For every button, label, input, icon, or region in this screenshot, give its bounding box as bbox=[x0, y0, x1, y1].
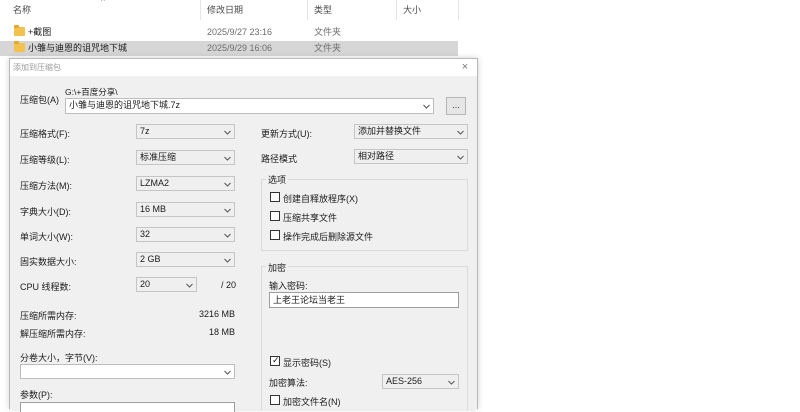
show-password-checkbox[interactable]: ✓ bbox=[270, 355, 280, 366]
threads-label: CPU 线程数: bbox=[20, 282, 72, 292]
encryption-group-title: 加密 bbox=[266, 261, 289, 274]
params-label: 参数(P): bbox=[20, 390, 53, 400]
close-button[interactable]: × bbox=[459, 60, 471, 74]
encryption-method-select[interactable]: AES-256 bbox=[382, 374, 459, 389]
word-value: 32 bbox=[140, 229, 151, 239]
chevron-down-icon bbox=[223, 256, 232, 265]
dialog-titlebar[interactable]: 添加到压缩包 × bbox=[10, 59, 477, 76]
file-type: 文件夹 bbox=[314, 43, 342, 53]
column-divider[interactable] bbox=[396, 0, 397, 20]
sfx-checkbox[interactable] bbox=[270, 192, 280, 202]
pathmode-select[interactable]: 相对路径 bbox=[354, 149, 468, 164]
sort-up-icon: ^ bbox=[101, 0, 105, 6]
encryption-method-label: 加密算法: bbox=[269, 378, 308, 388]
file-date: 2025/9/29 16:06 bbox=[207, 43, 273, 53]
format-select[interactable]: 7z bbox=[136, 124, 235, 139]
archive-name-value: 小雏与迪恩的诅咒地下城.7z bbox=[69, 100, 181, 110]
chevron-down-icon bbox=[456, 128, 465, 137]
column-header-date[interactable]: 修改日期 bbox=[207, 0, 243, 20]
mem-compress-label: 压缩所需内存: bbox=[20, 311, 77, 321]
column-divider[interactable] bbox=[307, 0, 308, 20]
mem-decompress-value: 18 MB bbox=[208, 327, 235, 337]
chevron-down-icon bbox=[223, 154, 232, 163]
password-input[interactable]: 上老王论坛当老王 bbox=[269, 292, 459, 308]
add-to-archive-dialog: 添加到压缩包 × 压缩包(A) G:\+百度分享\ 小雏与迪恩的诅咒地下城.7z… bbox=[9, 58, 478, 412]
level-label: 压缩等级(L): bbox=[20, 155, 70, 165]
dict-label: 字典大小(D): bbox=[20, 207, 71, 217]
split-label: 分卷大小，字节(V): bbox=[20, 353, 98, 363]
chevron-down-icon bbox=[223, 180, 232, 189]
threads-select[interactable]: 20 bbox=[136, 277, 197, 292]
column-header-name[interactable]: 名称 bbox=[13, 0, 31, 20]
browse-button[interactable]: ... bbox=[446, 97, 466, 115]
mem-decompress-label: 解压缩所需内存: bbox=[20, 329, 86, 339]
delete-after-checkbox[interactable] bbox=[270, 230, 280, 240]
password-label: 输入密码: bbox=[269, 281, 308, 291]
solid-value: 2 GB bbox=[140, 254, 161, 264]
mem-compress-value: 3216 MB bbox=[198, 309, 235, 319]
chevron-down-icon bbox=[223, 206, 232, 215]
dialog-title: 添加到压缩包 bbox=[13, 63, 61, 72]
format-value: 7z bbox=[140, 126, 150, 136]
file-row[interactable]: +截图 2025/9/27 23:16 文件夹 bbox=[0, 25, 458, 40]
sfx-label[interactable]: 创建自释放程序(X) bbox=[283, 192, 358, 205]
split-combo[interactable] bbox=[20, 364, 235, 379]
solid-label: 固实数据大小: bbox=[20, 257, 77, 267]
pathmode-label: 路径模式 bbox=[261, 154, 298, 164]
level-select[interactable]: 标准压缩 bbox=[136, 150, 235, 165]
chevron-down-icon bbox=[223, 128, 232, 137]
file-type: 文件夹 bbox=[314, 27, 342, 37]
show-password-label[interactable]: 显示密码(S) bbox=[283, 356, 331, 369]
chevron-down-icon bbox=[456, 153, 465, 162]
column-divider[interactable] bbox=[200, 0, 201, 20]
threads-total: / 20 bbox=[221, 280, 237, 290]
chevron-down-icon[interactable] bbox=[422, 102, 431, 111]
archive-label: 压缩包(A) bbox=[20, 95, 59, 105]
method-value: LZMA2 bbox=[140, 178, 170, 188]
method-select[interactable]: LZMA2 bbox=[136, 176, 235, 191]
dict-value: 16 MB bbox=[140, 204, 167, 214]
file-name: 小雏与迪恩的诅咒地下城 bbox=[28, 43, 128, 53]
file-name: +截图 bbox=[28, 27, 52, 37]
update-select[interactable]: 添加并替换文件 bbox=[354, 124, 468, 139]
update-label: 更新方式(U): bbox=[261, 129, 312, 139]
method-label: 压缩方法(M): bbox=[20, 181, 72, 191]
dict-select[interactable]: 16 MB bbox=[136, 202, 235, 217]
format-label: 压缩格式(F): bbox=[20, 129, 70, 139]
solid-select[interactable]: 2 GB bbox=[136, 252, 235, 267]
folder-icon bbox=[14, 25, 25, 36]
shared-files-label[interactable]: 压缩共享文件 bbox=[283, 211, 337, 224]
archive-name-combo[interactable]: 小雏与迪恩的诅咒地下城.7z bbox=[65, 98, 434, 114]
file-date: 2025/9/27 23:16 bbox=[207, 27, 273, 37]
encrypt-names-label[interactable]: 加密文件名(N) bbox=[283, 395, 341, 408]
shared-files-checkbox[interactable] bbox=[270, 211, 280, 221]
archive-path: G:\+百度分享\ bbox=[65, 87, 118, 97]
checkmark-icon: ✓ bbox=[272, 355, 280, 365]
update-value: 添加并替换文件 bbox=[358, 126, 422, 136]
column-divider[interactable] bbox=[458, 0, 459, 20]
threads-value: 20 bbox=[140, 279, 151, 289]
chevron-down-icon bbox=[447, 378, 456, 387]
chevron-down-icon bbox=[223, 231, 232, 240]
word-select[interactable]: 32 bbox=[136, 227, 235, 242]
options-group-title: 选项 bbox=[266, 173, 289, 186]
chevron-down-icon[interactable] bbox=[223, 368, 232, 377]
delete-after-label[interactable]: 操作完成后删除源文件 bbox=[283, 230, 373, 243]
column-header-type[interactable]: 类型 bbox=[314, 0, 332, 20]
pathmode-value: 相对路径 bbox=[358, 151, 395, 161]
column-header-size[interactable]: 大小 bbox=[403, 0, 421, 20]
word-label: 单词大小(W): bbox=[20, 232, 73, 242]
encryption-method-value: AES-256 bbox=[386, 376, 423, 386]
folder-icon bbox=[14, 41, 25, 52]
chevron-down-icon bbox=[185, 281, 194, 290]
file-row-selected[interactable]: 小雏与迪恩的诅咒地下城 2025/9/29 16:06 文件夹 bbox=[0, 41, 458, 56]
params-input[interactable] bbox=[20, 402, 235, 412]
level-value: 标准压缩 bbox=[140, 152, 177, 162]
encrypt-names-checkbox[interactable] bbox=[270, 395, 280, 405]
